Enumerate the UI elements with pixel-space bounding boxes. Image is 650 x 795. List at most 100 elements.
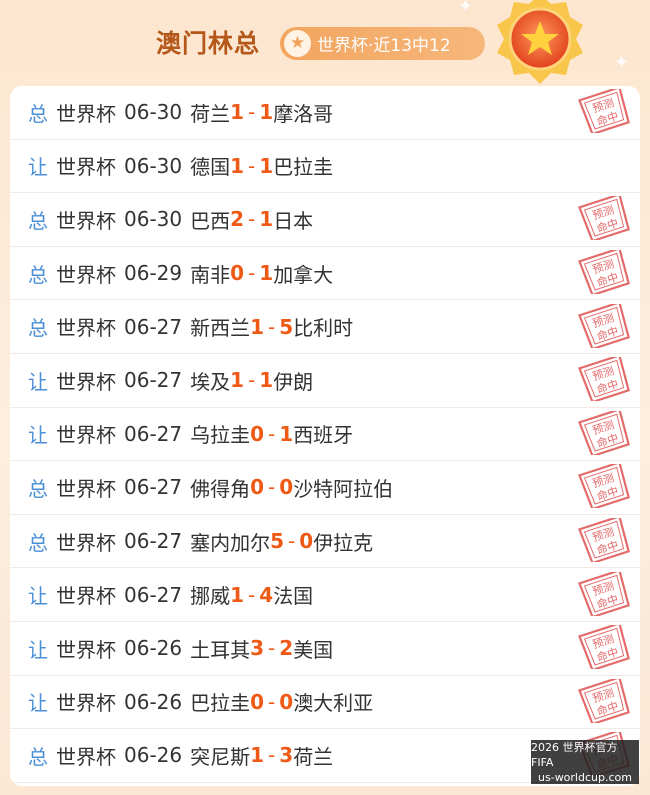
home-team: 巴拉圭 [190, 691, 251, 716]
bet-type-label: 总 [28, 101, 48, 126]
home-score: 2 [230, 207, 245, 232]
home-team: 乌拉圭 [190, 423, 251, 448]
away-score: 1 [259, 207, 274, 232]
list-item[interactable]: 让世界杯 06-27 乌拉圭 0-1 西班牙 预测 命中 [10, 408, 640, 462]
away-score: 0 [279, 689, 294, 714]
bet-type-label: 总 [28, 208, 48, 233]
match-date: 06-27 [124, 529, 183, 554]
list-item[interactable]: 总世界杯 06-27 新西兰 1-5 比利时 预测 命中 [10, 300, 640, 354]
league-name: 世界杯 [56, 476, 116, 501]
away-team: 摩洛哥 [273, 101, 334, 126]
list-item[interactable]: 总世界杯 06-30 巴西 2-1 日本 预测 命中 [10, 193, 640, 247]
hit-stamp-icon: 预测命中 [578, 571, 630, 616]
league-name: 世界杯 [56, 744, 116, 769]
score-separator: - [288, 529, 296, 554]
away-score: 0 [299, 529, 314, 554]
away-score: 2 [279, 636, 294, 661]
hit-stamp-icon: 预测命中 [578, 250, 630, 295]
home-score: 1 [230, 100, 245, 125]
home-team: 土耳其 [190, 637, 251, 662]
score-separator: - [268, 421, 276, 446]
home-score: 3 [250, 636, 265, 661]
list-item[interactable]: 让世界杯 06-26 土耳其 3-2 美国 预测 命中 [10, 622, 640, 676]
league-name: 世界杯 [56, 208, 116, 233]
hit-stamp-icon: 预测命中 [578, 196, 630, 241]
prediction-list: 总世界杯 06-30 荷兰 1-1 摩洛哥 预测 命中让世界杯 06-30 德国 1-1 巴拉圭总世… [10, 86, 640, 786]
list-item[interactable]: 总世界杯 06-29 南非 0-1 加拿大 预测 命中 [10, 247, 640, 301]
list-item[interactable]: 让世界杯 06-27 挪威 1-4 法国 预测 命中 [10, 568, 640, 622]
score-separator: - [268, 475, 276, 500]
home-score: 1 [230, 153, 245, 178]
away-team: 伊拉克 [313, 530, 374, 555]
away-team: 法国 [273, 584, 314, 609]
league-name: 世界杯 [56, 316, 116, 341]
league-name: 世界杯 [56, 584, 116, 609]
page-title: 澳门林总 [156, 29, 261, 58]
list-item[interactable]: 让世界杯 06-30 德国 1-1 巴拉圭 [10, 140, 640, 194]
home-team: 巴西 [190, 208, 231, 233]
hit-stamp-icon: 预测命中 [578, 410, 630, 455]
list-item[interactable]: 让世界杯 06-27 埃及 1-1 伊朗 预测 命中 [10, 354, 640, 408]
list-item[interactable]: 总世界杯 06-27 佛得角 0-0 沙特阿拉伯 预测 命中 [10, 461, 640, 515]
away-score: 1 [279, 421, 294, 446]
away-score: 0 [279, 475, 294, 500]
match-date: 06-29 [124, 261, 183, 286]
match-date: 06-27 [124, 582, 183, 607]
home-team: 塞内加尔 [190, 530, 271, 555]
hit-stamp-icon: 预测命中 [578, 625, 630, 670]
away-score: 1 [259, 368, 274, 393]
league-name: 世界杯 [56, 530, 116, 555]
watermark-line2: us-worldcup.com [538, 770, 632, 784]
home-score: 0 [230, 261, 245, 286]
list-item[interactable]: 让世界杯 06-26 巴拉圭 0-0 澳大利亚 预测 命中 [10, 676, 640, 730]
away-team: 日本 [273, 208, 314, 233]
score-separator: - [248, 207, 256, 232]
score-separator: - [268, 689, 276, 714]
match-date: 06-30 [124, 153, 183, 178]
score-separator: - [248, 100, 256, 125]
bet-type-label: 让 [28, 423, 48, 448]
home-score: 1 [250, 314, 265, 339]
home-team: 德国 [190, 155, 231, 180]
record-badge: ★ 世界杯·近13中12 [280, 27, 485, 60]
league-name: 世界杯 [56, 262, 116, 287]
list-item[interactable]: 总世界杯 06-27 塞内加尔 5-0 伊拉克 预测 命中 [10, 515, 640, 569]
hit-stamp-icon: 预测命中 [578, 303, 630, 348]
home-team: 佛得角 [190, 476, 251, 501]
bet-type-label: 让 [28, 369, 48, 394]
away-score: 5 [279, 314, 294, 339]
hit-stamp-icon: 预测命中 [578, 89, 630, 134]
match-date: 06-30 [124, 100, 183, 125]
sparkle-icon: ✦ [458, 0, 474, 17]
away-team: 伊朗 [273, 369, 314, 394]
home-score: 1 [230, 582, 245, 607]
away-score: 4 [259, 582, 274, 607]
match-date: 06-26 [124, 689, 183, 714]
star-icon: ★ [284, 30, 311, 57]
home-score: 0 [250, 689, 265, 714]
match-date: 06-27 [124, 475, 183, 500]
hit-stamp-icon: 预测命中 [578, 464, 630, 509]
watermark: 2026 世界杯官方FIFA us-worldcup.com [531, 740, 639, 784]
home-team: 荷兰 [190, 101, 231, 126]
home-team: 突尼斯 [190, 744, 251, 769]
score-separator: - [248, 261, 256, 286]
home-team: 新西兰 [190, 316, 251, 341]
bet-type-label: 总 [28, 316, 48, 341]
score-separator: - [268, 743, 276, 768]
watermark-line1: 2026 世界杯官方FIFA [531, 740, 618, 769]
home-team: 南非 [190, 262, 231, 287]
list-item[interactable]: 总世界杯 06-30 荷兰 1-1 摩洛哥 预测 命中 [10, 86, 640, 140]
medal-icon [497, 0, 583, 84]
league-name: 世界杯 [56, 101, 116, 126]
league-name: 世界杯 [56, 691, 116, 716]
sparkle-icon: ✦ [614, 52, 630, 73]
away-score: 1 [259, 100, 274, 125]
bet-type-label: 让 [28, 155, 48, 180]
score-separator: - [268, 636, 276, 661]
away-score: 1 [259, 153, 274, 178]
away-team: 美国 [293, 637, 334, 662]
score-separator: - [248, 153, 256, 178]
away-team: 荷兰 [293, 744, 334, 769]
match-date: 06-27 [124, 314, 183, 339]
